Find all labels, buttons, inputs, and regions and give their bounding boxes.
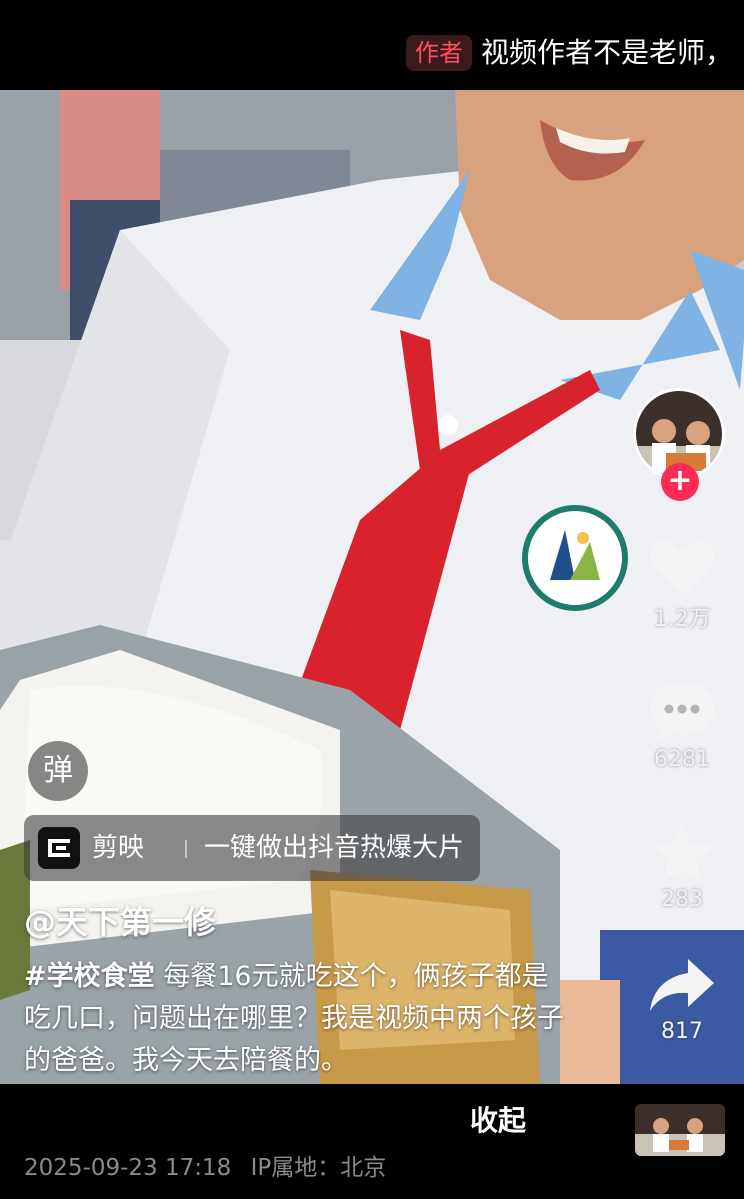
like-button[interactable]: 1.2万 bbox=[627, 537, 737, 633]
comment-bubble-icon bbox=[650, 683, 714, 742]
capcut-logo-icon bbox=[38, 827, 80, 869]
share-arrow-icon bbox=[650, 959, 714, 1011]
ip-location: IP属地：北京 bbox=[250, 1155, 387, 1181]
follow-plus-icon[interactable]: + bbox=[661, 463, 699, 501]
video-thumbnail[interactable] bbox=[635, 1104, 725, 1156]
comment-count: 6281 bbox=[654, 747, 710, 772]
collapse-button[interactable]: 收起 bbox=[470, 1099, 526, 1139]
top-comment-bar: 作者 视频作者不是老师， bbox=[0, 0, 744, 90]
capcut-divider bbox=[185, 840, 187, 858]
post-meta: 2025-09-23 17:18 IP属地：北京 bbox=[24, 1148, 386, 1182]
pinned-comment-text[interactable]: 视频作者不是老师， bbox=[481, 32, 733, 74]
post-caption: #学校食堂 每餐16元就吃这个，俩孩子都是吃几口，问题出在哪里？我是视频中两个孩… bbox=[24, 956, 564, 1082]
favorite-button[interactable]: 283 bbox=[627, 821, 737, 912]
capcut-promo-banner[interactable]: 剪映 一键做出抖音热爆大片 bbox=[24, 815, 480, 881]
comment-button[interactable]: 6281 bbox=[627, 681, 737, 772]
post-date: 2025-09-23 17:18 bbox=[24, 1155, 232, 1181]
share-count: 817 bbox=[661, 1019, 703, 1044]
capcut-slogan: 一键做出抖音热爆大片 bbox=[204, 833, 465, 863]
favorite-count: 283 bbox=[661, 887, 703, 912]
like-count: 1.2万 bbox=[653, 607, 711, 632]
author-badge: 作者 bbox=[406, 35, 472, 71]
star-icon bbox=[651, 823, 713, 881]
danmu-toggle-button[interactable]: 弹 bbox=[28, 741, 88, 801]
hashtag-link[interactable]: #学校食堂 bbox=[24, 961, 155, 992]
share-button[interactable]: 817 bbox=[627, 957, 737, 1044]
bottom-bar: 收起 2025-09-23 17:18 IP属地：北京 bbox=[0, 1084, 744, 1199]
capcut-app-name: 剪映 bbox=[92, 833, 145, 863]
author-username[interactable]: @天下第一修 bbox=[24, 897, 216, 943]
heart-icon bbox=[649, 541, 715, 595]
